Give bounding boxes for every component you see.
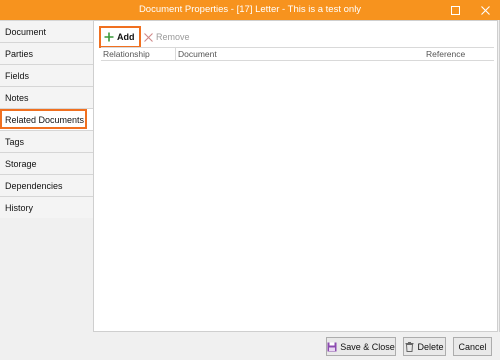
remove-x-icon — [144, 32, 153, 42]
sidebar-item-notes[interactable]: Notes — [0, 86, 94, 108]
add-button[interactable]: Add — [100, 27, 140, 47]
sidebar-item-storage[interactable]: Storage — [0, 152, 94, 174]
sidebar-item-dependencies[interactable]: Dependencies — [0, 174, 94, 196]
toolbar: Add Remove — [100, 27, 494, 47]
close-button[interactable] — [471, 0, 499, 20]
plus-icon — [104, 32, 114, 42]
add-button-label: Add — [117, 32, 135, 42]
sidebar-item-fields[interactable]: Fields — [0, 64, 94, 86]
trash-icon — [405, 341, 414, 352]
maximize-icon — [450, 5, 460, 15]
sidebar-item-parties[interactable]: Parties — [0, 42, 94, 64]
delete-button[interactable]: Delete — [403, 337, 446, 356]
cancel-button[interactable]: Cancel — [453, 337, 492, 356]
maximize-button[interactable] — [441, 0, 469, 20]
save-close-label: Save & Close — [340, 341, 395, 352]
window-title: Document Properties - [17] Letter - This… — [138, 4, 362, 15]
remove-button[interactable]: Remove — [144, 27, 194, 47]
sidebar-item-related-documents[interactable]: Related Documents — [0, 108, 94, 130]
save-icon — [327, 342, 337, 351]
related-documents-panel — [93, 20, 498, 332]
column-header-relationship[interactable]: Relationship — [101, 48, 176, 61]
title-bar: Document Properties - [17] Letter - This… — [0, 0, 500, 20]
grid-header: Relationship Document Reference — [101, 47, 494, 61]
delete-label: Delete — [417, 341, 444, 352]
dialog-footer: Save & Close Delete Cancel — [0, 332, 500, 360]
save-close-button[interactable]: Save & Close — [326, 337, 396, 356]
sidebar: Document Parties Fields Notes Related Do… — [0, 20, 94, 332]
sidebar-item-history[interactable]: History — [0, 196, 94, 218]
sidebar-item-document[interactable]: Document — [0, 20, 94, 42]
sidebar-item-tags[interactable]: Tags — [0, 130, 94, 152]
column-header-reference[interactable]: Reference — [424, 48, 494, 61]
close-icon — [480, 5, 490, 15]
remove-button-label: Remove — [156, 32, 190, 42]
